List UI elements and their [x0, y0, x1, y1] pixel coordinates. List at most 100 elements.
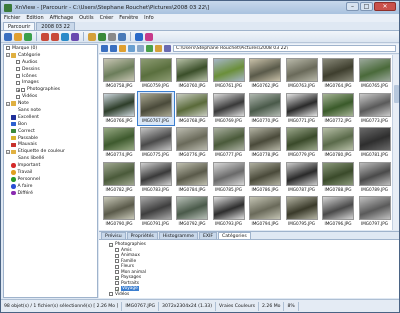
tree-item[interactable]: Passable [4, 135, 97, 142]
tree-item[interactable]: Personnel [4, 176, 97, 183]
checkbox[interactable] [16, 60, 20, 65]
tab-parcourir[interactable]: Parcourir [3, 22, 36, 30]
thumbnail-item[interactable]: IMG0778.JPG [247, 126, 283, 159]
tree-item[interactable]: - Catégorie [4, 52, 97, 59]
tree-item[interactable]: Icônes [4, 73, 97, 80]
back-icon[interactable] [4, 32, 12, 41]
title-bar[interactable]: XnView - [Parcourir - C:\Users\Stephane … [1, 1, 399, 14]
thumbnail-item[interactable]: IMG0771.JPG [284, 92, 320, 125]
thumbnail-item[interactable]: IMG0792.JPG [174, 195, 210, 228]
checkbox[interactable] [16, 94, 20, 99]
thumbnail-size-icon[interactable] [155, 45, 162, 52]
maximize-button[interactable]: □ [360, 2, 373, 11]
thumbnail-item[interactable]: IMG0774.JPG [101, 126, 137, 159]
category-checkbox[interactable] [115, 253, 119, 258]
print-icon[interactable] [108, 32, 116, 41]
tag-icon[interactable] [98, 32, 106, 41]
tree-item[interactable]: A faire [4, 183, 97, 190]
category-checkbox[interactable] [109, 292, 113, 297]
tree-item[interactable]: Sans note [4, 107, 97, 114]
filter-icon[interactable] [128, 45, 135, 52]
minimize-button[interactable]: – [346, 2, 359, 11]
thumbnail-item[interactable]: IMG0794.JPG [247, 195, 283, 228]
thumbnail-item[interactable]: IMG0797.JPG [357, 195, 393, 228]
thumbnail-scrollbar[interactable] [392, 55, 399, 230]
tree-item[interactable]: Différé [4, 190, 97, 197]
address-combobox[interactable]: C:\Users\Stephane Rouchet\Pictures\2008 … [173, 45, 396, 52]
thumbnail-item[interactable]: IMG0775.JPG [138, 126, 174, 159]
tree-item[interactable]: Sans libellé [4, 155, 97, 162]
convert-icon[interactable] [61, 32, 69, 41]
tab-categories[interactable]: Catégories [218, 232, 251, 239]
thumbnail-item[interactable]: IMG0786.JPG [247, 161, 283, 194]
thumbnail-item[interactable]: IMG0784.JPG [174, 161, 210, 194]
thumbnail-item[interactable]: IMG0789.JPG [357, 161, 393, 194]
forward-icon[interactable] [110, 45, 117, 52]
expand-toggle-icon[interactable]: - [6, 53, 10, 58]
thumbnail-item[interactable]: IMG0785.JPG [211, 161, 247, 194]
tree-item[interactable]: Mauvais [4, 141, 97, 148]
thumbnail-item[interactable]: IMG0765.JPG [357, 57, 393, 90]
tree-item[interactable]: Vidéos [4, 93, 97, 100]
email-icon[interactable] [118, 32, 126, 41]
rotate-left-icon[interactable] [41, 32, 49, 41]
thumbnail-item[interactable]: IMG0768.JPG [174, 92, 210, 125]
tree-item[interactable]: Correct [4, 128, 97, 135]
checkbox[interactable] [16, 74, 20, 78]
details-icon[interactable] [164, 45, 171, 52]
checkbox[interactable] [6, 46, 10, 51]
menu-fenetre[interactable]: Fenêtre [119, 15, 138, 21]
thumbnail-item[interactable]: IMG0772.JPG [320, 92, 356, 125]
thumbnail-item[interactable]: IMG0788.JPG [320, 161, 356, 194]
thumbnail-item[interactable]: IMG0769.JPG [211, 92, 247, 125]
help-icon[interactable] [145, 32, 153, 41]
menu-outils[interactable]: Outils [79, 15, 93, 21]
tree-item[interactable]: Images [4, 79, 97, 86]
tree-item[interactable]: Bon [4, 121, 97, 128]
tree-item[interactable]: Audios [4, 59, 97, 66]
category-checkbox[interactable]: ✓ [115, 286, 119, 291]
thumbnail-item[interactable]: IMG0783.JPG [138, 161, 174, 194]
thumbnail-item[interactable]: IMG0770.JPG [247, 92, 283, 125]
folder-icon[interactable] [14, 32, 22, 41]
checkbox[interactable] [16, 67, 20, 72]
checkbox[interactable] [21, 87, 25, 92]
thumbnail-item[interactable]: IMG0764.JPG [320, 57, 356, 90]
thumbnail-item[interactable]: IMG0791.JPG [138, 195, 174, 228]
category-checkbox[interactable]: - [109, 242, 113, 247]
tree-item[interactable]: + Photographies [4, 86, 97, 93]
expand-toggle-icon[interactable]: + [16, 87, 20, 92]
category-checkbox[interactable] [115, 264, 119, 269]
tree-item[interactable]: Dessins [4, 66, 97, 73]
category-item[interactable]: Vidéos [109, 292, 229, 298]
back-icon[interactable] [101, 45, 108, 52]
category-checkbox[interactable] [115, 281, 119, 286]
thumbnail-item[interactable]: IMG0773.JPG [357, 92, 393, 125]
tab-histogramme[interactable]: Histogramme [158, 232, 198, 239]
rotate-right-icon[interactable] [51, 32, 59, 41]
thumbnail-item[interactable]: IMG0787.JPG [284, 161, 320, 194]
thumbnail-item[interactable]: IMG0760.JPG [174, 57, 210, 90]
view-mode-icon[interactable] [135, 32, 143, 41]
expand-toggle-icon[interactable]: - [6, 149, 10, 154]
view-icon[interactable] [146, 45, 153, 52]
thumbnail-item[interactable]: IMG0779.JPG [284, 126, 320, 159]
tree-item[interactable]: - Etiquette de couleur [4, 148, 97, 155]
thumbnail-item[interactable]: IMG0782.JPG [101, 161, 137, 194]
close-button[interactable]: ✕ [374, 2, 396, 11]
tree-item[interactable]: Travail [4, 169, 97, 176]
thumbnail-item[interactable]: IMG0793.JPG [211, 195, 247, 228]
menu-info[interactable]: Info [144, 15, 153, 21]
thumbnail-item[interactable]: IMG0781.JPG [357, 126, 393, 159]
refresh-icon[interactable] [24, 32, 32, 41]
thumbnail-item[interactable]: IMG0790.JPG [101, 195, 137, 228]
sort-icon[interactable] [137, 45, 144, 52]
thumbnail-item[interactable]: IMG0763.JPG [284, 57, 320, 90]
thumbnail-item[interactable]: IMG0777.JPG [211, 126, 247, 159]
category-checkbox[interactable]: ✓ [115, 275, 119, 280]
thumbnail-item[interactable]: IMG0759.JPG [138, 57, 174, 90]
thumbnail-item[interactable]: IMG0762.JPG [247, 57, 283, 90]
tab-previsu[interactable]: Prévisu [101, 232, 126, 239]
star-icon[interactable] [88, 32, 96, 41]
expand-toggle-icon[interactable]: - [6, 101, 10, 106]
